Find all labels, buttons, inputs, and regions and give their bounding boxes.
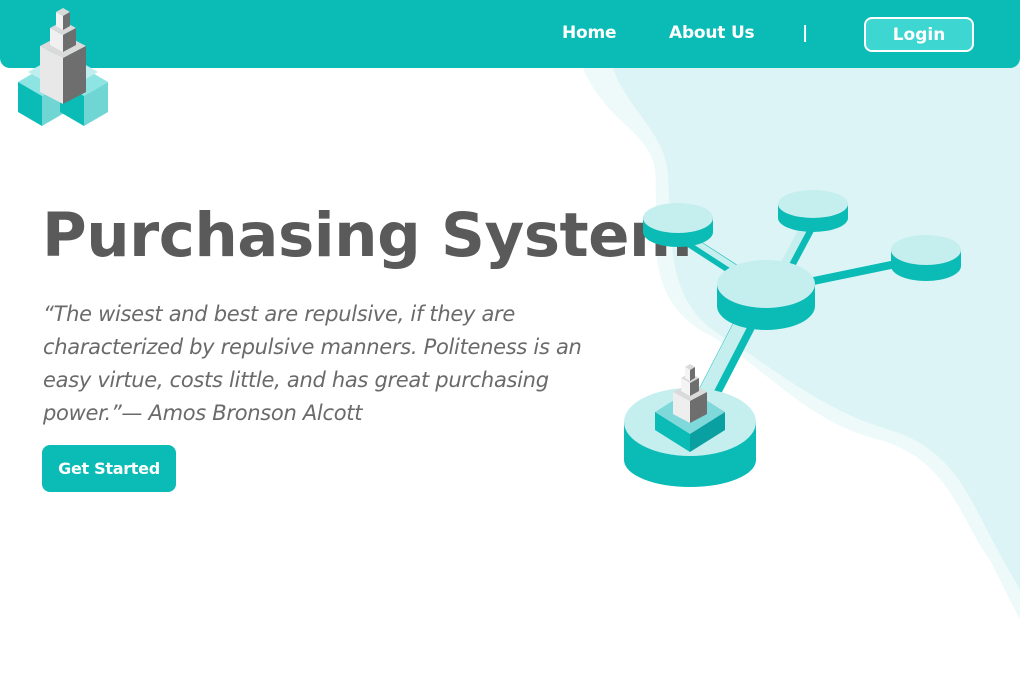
nav-link-home[interactable]: Home <box>562 23 617 43</box>
login-button[interactable]: Login <box>864 17 974 52</box>
get-started-button[interactable]: Get Started <box>42 445 176 492</box>
page-title: Purchasing System <box>42 200 693 271</box>
network-nodes-illustration-icon <box>624 190 961 487</box>
hero-quote: “The wisest and best are repulsive, if t… <box>43 302 582 425</box>
nav-separator: | <box>802 23 809 43</box>
nav-link-about-us[interactable]: About Us <box>669 23 755 43</box>
isometric-tower-logo-icon[interactable] <box>14 4 114 130</box>
